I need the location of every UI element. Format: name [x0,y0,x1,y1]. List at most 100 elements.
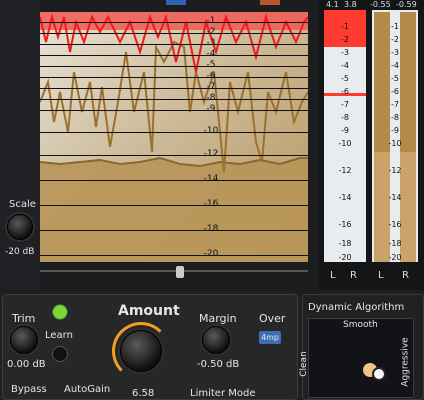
meter-label: -16 [338,220,352,229]
meter-label: -18 [338,239,352,248]
margin-value: -0.50 dB [197,359,240,370]
grid-line [40,88,308,89]
margin-label: Margin [199,312,237,325]
meter-label: -6 [391,87,399,96]
amount-knob[interactable] [120,330,162,372]
db-label: -4 [206,49,216,59]
grid-line [40,230,308,231]
meter-label: -16 [388,220,402,229]
db-label: -7 [206,82,216,92]
grid-line [40,22,308,23]
timeline-scrollbar[interactable] [40,266,308,278]
meter-label: -10 [338,139,352,148]
db-label: -10 [203,126,219,136]
meter-label: -18 [388,239,402,248]
limiter-mode-label: Limiter Mode [190,388,256,399]
algorithm-pad[interactable]: Smooth Clean Aggressive [299,318,414,398]
grid-line [40,155,308,156]
meter-label: -6 [341,87,349,96]
autogain-label: AutoGain [64,384,111,395]
meter-label: -12 [388,166,402,175]
learn-button[interactable] [52,346,68,362]
meter-label: -1 [391,22,399,31]
meter-label: -8 [341,113,349,122]
meter-channel-label: R [402,270,409,281]
grid-line [40,99,308,100]
trim-label: Trim [12,312,36,325]
meter-channel-label: R [350,270,357,281]
rms-fill [40,158,308,262]
grid-line [40,180,308,181]
db-label: -5 [206,60,216,70]
grid-line [40,132,308,133]
scroll-handle[interactable] [176,266,184,278]
scroll-track [40,270,308,272]
meter-label: -2 [341,35,349,44]
grid-line [40,55,308,56]
db-label: -6 [206,71,216,81]
db-label: -12 [203,149,219,159]
control-section: Trim 0.00 dB Learn Amount 6.58 Margin -0… [0,292,424,400]
meter-top-value: 4.1 [326,0,339,9]
bypass-label: Bypass [11,384,47,395]
meter-label: -10 [388,139,402,148]
over-badge[interactable]: 4mp [259,331,281,344]
db-label: -1 [206,16,216,26]
waveform-graph: -1 -2 -3 -4 -5 -6 -7 -8 -9 -10 -12 -14 -… [40,12,308,262]
meter-label: -5 [341,74,349,83]
meter-label: -9 [341,126,349,135]
meter-label: -3 [391,48,399,57]
clean-label: Clean [298,351,309,377]
waveform-svg [40,12,308,262]
meter-channel-label: L [378,270,384,281]
grid-line [40,33,308,34]
amount-value: 6.58 [132,388,155,399]
grid-line [40,66,308,67]
meter-label: -5 [391,74,399,83]
margin-knob[interactable] [202,326,230,354]
algorithm-handle[interactable] [372,367,386,381]
meter-label: -1 [341,22,349,31]
meter-channel-label: L [330,270,336,281]
aggressive-label: Aggressive [400,337,411,387]
scale-label: Scale [9,199,36,210]
trim-value: 0.00 dB [7,359,46,370]
amount-label: Amount [118,303,180,319]
left-side-panel: Scale -20 dB [0,0,40,290]
meter-label: -20 [338,253,352,262]
meter-top-value: -0.59 [396,0,417,9]
learn-label: Learn [45,330,73,341]
db-label: -9 [206,104,216,114]
db-label: -18 [203,224,219,234]
meter-label: -7 [341,100,349,109]
meter-label: -3 [341,48,349,57]
dynamic-algorithm-title: Dynamic Algorithm [308,302,405,313]
trim-knob[interactable] [10,326,38,354]
meter-label: -9 [391,126,399,135]
grid-line [40,44,308,45]
meter-label: -12 [338,166,352,175]
meter-section: 4.1 3.8 -0.55 -0.59 -1 -2 -3 -4 -5 -6 -7… [318,0,424,290]
top-indicator-right[interactable] [260,0,280,5]
db-label: -3 [206,38,216,48]
meter-label: -7 [391,100,399,109]
grid-line [40,205,308,206]
meter-top-value: -0.55 [370,0,391,9]
meter-label: -4 [391,61,399,70]
meter-label: -14 [338,193,352,202]
meter-top-value: 3.8 [344,0,357,9]
meter-label: -14 [388,193,402,202]
top-indicator-left[interactable] [166,0,186,5]
grid-line [40,110,308,111]
db-label: -16 [203,199,219,209]
over-label: Over [259,312,286,325]
db-label: -14 [203,174,219,184]
meter-label: -20 [388,253,402,262]
learn-led[interactable] [52,304,68,320]
meter-label: -8 [391,113,399,122]
grid-line [40,77,308,78]
meter-label: -2 [391,35,399,44]
grid-line [40,255,308,256]
smooth-label: Smooth [343,320,378,330]
scale-knob[interactable] [7,214,33,240]
